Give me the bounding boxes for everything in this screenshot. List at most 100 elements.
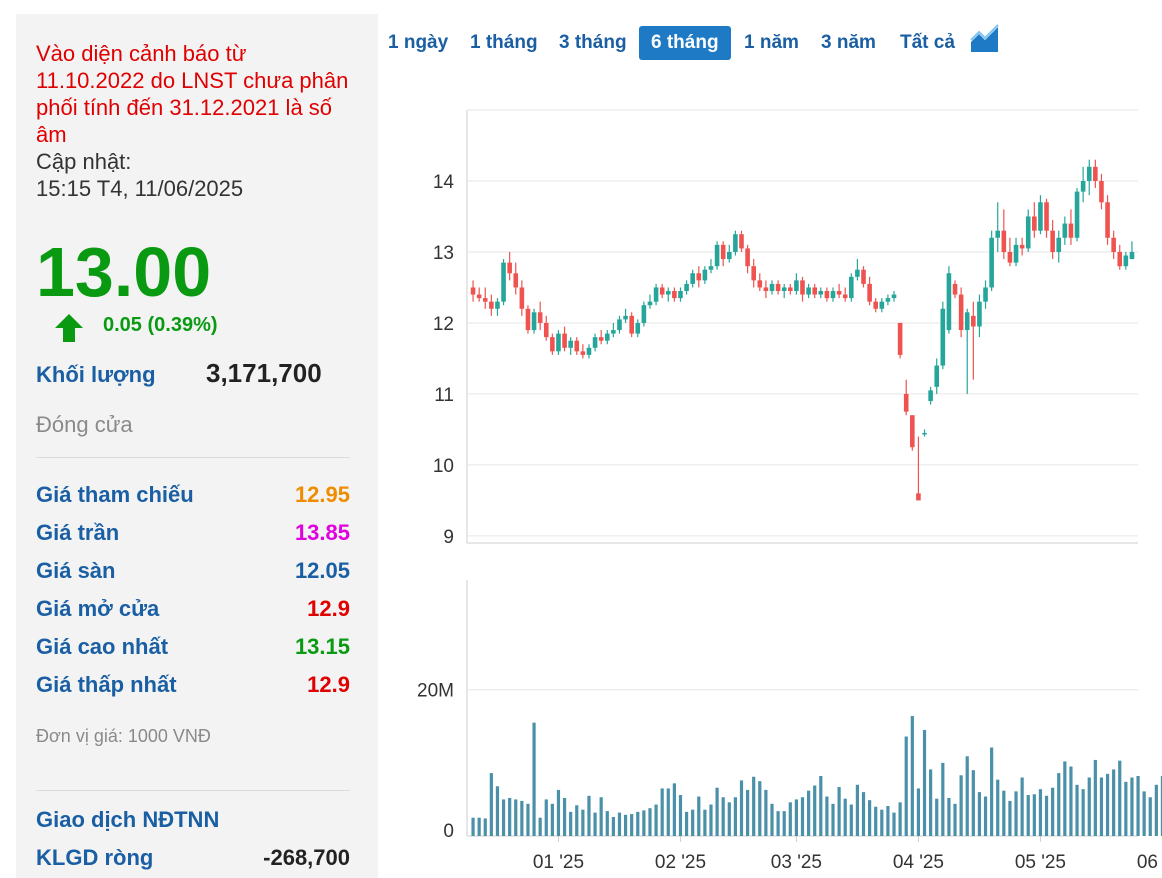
candle-body bbox=[653, 287, 659, 302]
x-tick-label: 01 '25 bbox=[533, 852, 584, 873]
candle-body bbox=[983, 287, 988, 302]
candle-body bbox=[714, 244, 720, 267]
candle-body bbox=[1050, 230, 1055, 252]
candle-body bbox=[604, 333, 610, 341]
candle-body bbox=[708, 266, 714, 270]
candle-body bbox=[1038, 202, 1043, 231]
candle-body bbox=[659, 287, 665, 295]
candle-body bbox=[1001, 230, 1007, 252]
volume-bar bbox=[1020, 777, 1024, 836]
volume-bar bbox=[630, 814, 634, 836]
candle-body bbox=[690, 273, 695, 284]
volume-bar bbox=[1014, 791, 1018, 836]
candle-body bbox=[1105, 202, 1110, 238]
candle-body bbox=[678, 291, 683, 299]
x-tick-label: 05 '25 bbox=[1015, 852, 1066, 873]
volume-bar bbox=[1099, 777, 1104, 836]
candle-body bbox=[958, 294, 964, 331]
candle-body bbox=[995, 230, 1001, 238]
candle-body bbox=[507, 262, 512, 274]
volume-bar bbox=[691, 809, 695, 836]
price-tick-label: 12 bbox=[433, 314, 454, 335]
candle-body bbox=[885, 298, 891, 302]
candle-body bbox=[745, 248, 750, 267]
volume-bar bbox=[898, 802, 902, 836]
candle-body bbox=[1123, 255, 1129, 267]
volume-bar bbox=[800, 797, 805, 836]
candle-body bbox=[726, 251, 732, 260]
volume-bar bbox=[868, 800, 872, 836]
candle-body bbox=[800, 280, 805, 295]
candle-body bbox=[897, 322, 903, 355]
candle-body bbox=[952, 283, 958, 295]
volume-bar bbox=[916, 788, 921, 836]
volume-bar bbox=[819, 776, 823, 836]
volume-bar bbox=[727, 802, 731, 836]
volume-tick-label: 0 bbox=[443, 821, 454, 842]
candle-body bbox=[861, 269, 866, 284]
volume-bar bbox=[752, 776, 756, 836]
volume-bar bbox=[1026, 795, 1030, 836]
candle-body bbox=[1086, 166, 1092, 181]
candle-body bbox=[1111, 237, 1116, 252]
candle-body bbox=[775, 283, 781, 292]
candle-body bbox=[891, 294, 897, 299]
volume-bar bbox=[733, 797, 737, 836]
volume-bar bbox=[526, 803, 530, 836]
candle-body bbox=[1068, 223, 1074, 238]
candle-body bbox=[482, 298, 488, 302]
candle-body bbox=[903, 393, 909, 412]
volume-bar bbox=[855, 784, 860, 836]
x-tick-label: 02 '25 bbox=[655, 852, 706, 873]
candle-body bbox=[617, 319, 622, 331]
volume-bar bbox=[1038, 789, 1043, 836]
volume-bar bbox=[569, 811, 573, 836]
candle-body bbox=[470, 287, 476, 295]
candle-body bbox=[818, 291, 824, 295]
volume-bar bbox=[910, 716, 914, 836]
candle-body bbox=[855, 269, 860, 277]
candle-body bbox=[568, 340, 573, 348]
volume-bar bbox=[501, 799, 506, 836]
candle-body bbox=[531, 312, 537, 331]
volume-bar bbox=[684, 811, 689, 836]
volume-bar bbox=[788, 802, 792, 836]
candle-body bbox=[787, 287, 793, 292]
candle-body bbox=[1062, 223, 1068, 238]
candle-body bbox=[684, 283, 689, 292]
volume-bar bbox=[477, 817, 481, 836]
volume-bar bbox=[892, 812, 896, 836]
volume-bar bbox=[965, 756, 969, 836]
volume-bar bbox=[1075, 784, 1079, 836]
volume-bar bbox=[922, 729, 927, 836]
volume-bar bbox=[1069, 766, 1073, 836]
volume-bar bbox=[623, 814, 628, 836]
volume-bar bbox=[941, 762, 945, 836]
candle-body bbox=[1013, 244, 1019, 263]
volume-bar bbox=[672, 783, 676, 836]
volume-bar bbox=[697, 796, 701, 836]
volume-bar bbox=[483, 818, 487, 836]
price-tick-label: 14 bbox=[433, 172, 455, 193]
candle-body bbox=[769, 283, 775, 292]
candle-body bbox=[751, 266, 756, 281]
candle-body bbox=[794, 280, 799, 292]
volume-bar bbox=[495, 786, 500, 836]
volume-bar bbox=[556, 789, 561, 836]
volume-bar bbox=[1044, 795, 1049, 836]
volume-bar bbox=[605, 811, 609, 836]
candle-body bbox=[519, 287, 525, 309]
volume-bar bbox=[977, 792, 982, 836]
volume-bar bbox=[593, 812, 597, 836]
volume-bar bbox=[837, 786, 841, 836]
candle-body bbox=[940, 308, 946, 366]
volume-bar bbox=[514, 799, 518, 836]
volume-bar bbox=[587, 795, 591, 836]
volume-bar bbox=[843, 798, 847, 836]
candle-body bbox=[812, 287, 818, 295]
candle-body bbox=[489, 301, 494, 309]
candle-body bbox=[989, 237, 994, 288]
candle-body bbox=[1044, 202, 1049, 231]
volume-bar bbox=[831, 803, 835, 836]
volume-bar bbox=[1008, 800, 1012, 836]
